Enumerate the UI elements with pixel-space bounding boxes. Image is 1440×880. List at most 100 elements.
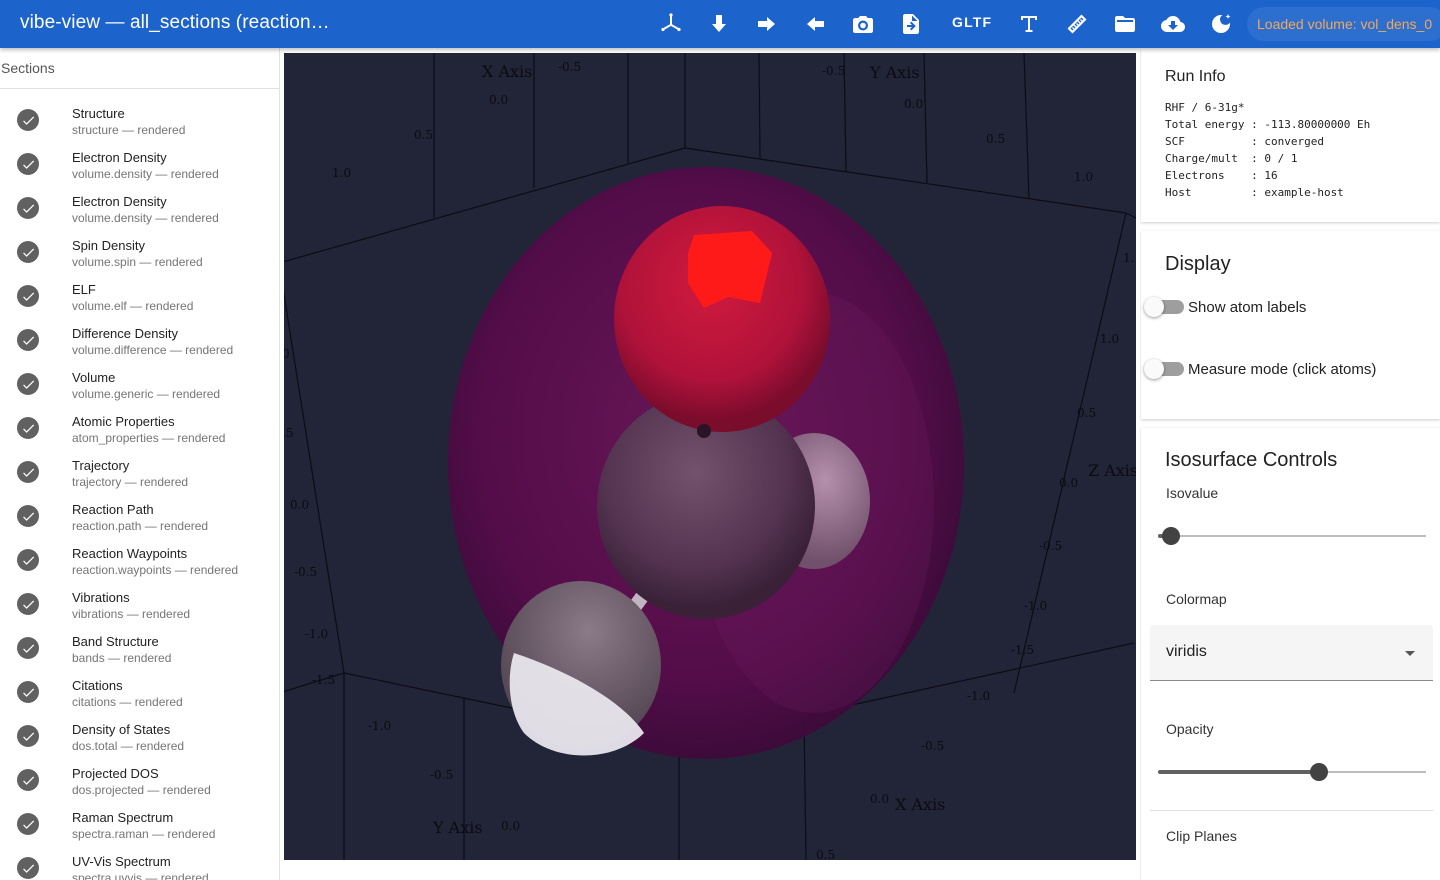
- sidebar-item[interactable]: Reaction Path reaction.path — rendered: [0, 497, 279, 541]
- sidebar-item[interactable]: Atomic Properties atom_properties — rende…: [0, 409, 279, 453]
- arrow-right-icon[interactable]: [749, 6, 785, 42]
- tick-y-top: 0.0: [904, 97, 923, 111]
- tick-x-top: 0.0: [489, 93, 508, 107]
- text-icon[interactable]: [1011, 6, 1047, 42]
- colormap-select[interactable]: viridis: [1150, 625, 1433, 681]
- tick-z: -1.0: [1024, 599, 1047, 613]
- slider-thumb[interactable]: [1309, 763, 1328, 781]
- measure-mode-toggle[interactable]: [1144, 359, 1184, 379]
- sidebar-item-subtitle: trajectory — rendered: [72, 475, 189, 489]
- sidebar-item[interactable]: Citations citations — rendered: [0, 673, 279, 717]
- tick-x-bottom: -0.5: [921, 739, 944, 753]
- axis-title-z: Z Axis: [1088, 461, 1136, 480]
- tick-z-outer: 1.: [1123, 251, 1134, 265]
- sidebar-item[interactable]: Electron Density volume.density — rendere…: [0, 145, 279, 189]
- sidebar-item-subtitle: dos.projected — rendered: [72, 783, 211, 797]
- check-circle-icon: [17, 241, 39, 263]
- tick-z: 0.0: [1059, 476, 1078, 490]
- show-atom-labels-toggle[interactable]: [1144, 297, 1184, 317]
- axes-icon[interactable]: [653, 6, 689, 42]
- sidebar-item-subtitle: reaction.path — rendered: [72, 519, 209, 533]
- check-circle-icon: [17, 329, 39, 351]
- tick-x-bottom: 0.0: [870, 792, 889, 806]
- check-circle-icon: [17, 593, 39, 615]
- sidebar-item-title: Band Structure: [72, 634, 159, 649]
- sidebar-item[interactable]: Vibrations vibrations — rendered: [0, 585, 279, 629]
- sidebar-item-title: Reaction Path: [72, 502, 154, 517]
- gltf-export-button[interactable]: GLTF: [952, 14, 992, 30]
- colormap-value: viridis: [1166, 643, 1207, 660]
- camera-icon[interactable]: [845, 6, 881, 42]
- sidebar-item-subtitle: spectra.uvvis — rendered: [72, 871, 209, 880]
- sidebar-item[interactable]: Trajectory trajectory — rendered: [0, 453, 279, 497]
- tick-z: 1.0: [1100, 332, 1119, 346]
- isovalue-slider[interactable]: [1158, 526, 1426, 546]
- arrow-left-icon[interactable]: [797, 6, 833, 42]
- theme-toggle-icon[interactable]: [1203, 6, 1239, 42]
- tick-left: 0.0: [290, 498, 309, 512]
- tick-left: -1.0: [305, 627, 328, 641]
- sidebar-item[interactable]: Volume volume.generic — rendered: [0, 365, 279, 409]
- opacity-label: Opacity: [1166, 721, 1214, 737]
- sidebar-item[interactable]: Structure structure — rendered: [0, 101, 279, 145]
- sidebar-item-subtitle: structure — rendered: [72, 123, 186, 137]
- export-file-icon[interactable]: [893, 6, 929, 42]
- 3d-viewport[interactable]: X Axis Y Axis Z Axis X Axis Y Axis -0.5 …: [284, 53, 1136, 860]
- check-circle-icon: [17, 857, 39, 879]
- opacity-slider[interactable]: [1158, 762, 1426, 782]
- tick-z: -0.5: [1039, 539, 1062, 553]
- run-info-title: Run Info: [1165, 68, 1226, 85]
- sidebar-item[interactable]: Band Structure bands — rendered: [0, 629, 279, 673]
- sidebar-item-subtitle: reaction.waypoints — rendered: [72, 563, 239, 577]
- sidebar-item-title: Density of States: [72, 722, 171, 737]
- sidebar-item-subtitle: vibrations — rendered: [72, 607, 191, 621]
- divider: [1150, 810, 1433, 811]
- sidebar-item-subtitle: dos.total — rendered: [72, 739, 185, 753]
- slider-thumb[interactable]: [1162, 527, 1181, 545]
- sidebar-item-title: ELF: [72, 282, 96, 297]
- check-circle-icon: [17, 285, 39, 307]
- molecule-scene[interactable]: X Axis Y Axis Z Axis X Axis Y Axis -0.5 …: [284, 53, 1136, 860]
- arrow-down-icon[interactable]: [701, 6, 737, 42]
- folder-open-icon[interactable]: [1107, 6, 1143, 42]
- tick-x-top: -0.5: [558, 60, 581, 74]
- sidebar-item[interactable]: Spin Density volume.spin — rendered: [0, 233, 279, 277]
- sidebar-item-title: Difference Density: [72, 326, 178, 341]
- sidebar-item-title: Citations: [72, 678, 123, 693]
- sections-header: Sections: [0, 48, 279, 89]
- isosurface-controls-title: Isosurface Controls: [1165, 449, 1338, 471]
- sidebar-item-title: Trajectory: [72, 458, 130, 473]
- check-circle-icon: [17, 769, 39, 791]
- sidebar-item[interactable]: Reaction Waypoints reaction.waypoints — r…: [0, 541, 279, 585]
- show-atom-labels-label: Show atom labels: [1188, 299, 1307, 316]
- sidebar-item[interactable]: Raman Spectrum spectra.raman — rendered: [0, 805, 279, 849]
- sidebar-item[interactable]: Electron Density volume.density — rendere…: [0, 189, 279, 233]
- check-circle-icon: [17, 725, 39, 747]
- isosurface-controls-card: Isosurface Controls Isovalue Colormap vi…: [1141, 428, 1440, 880]
- app-title: vibe-view — all_sections (reaction…: [20, 12, 330, 33]
- check-circle-icon: [17, 461, 39, 483]
- sidebar-item[interactable]: Difference Density volume.difference — re…: [0, 321, 279, 365]
- measure-mode-label: Measure mode (click atoms): [1188, 361, 1377, 378]
- tick-y-bottom: -0.5: [430, 768, 453, 782]
- colormap-label: Colormap: [1166, 591, 1227, 607]
- sidebar-item[interactable]: Projected DOS dos.projected — rendered: [0, 761, 279, 805]
- sidebar-item-title: Electron Density: [72, 194, 167, 209]
- ruler-icon[interactable]: [1059, 6, 1095, 42]
- sidebar-item-title: UV-Vis Spectrum: [72, 854, 171, 869]
- check-circle-icon: [17, 417, 39, 439]
- sections-sidebar: Sections Structure structure — rendered El…: [0, 48, 280, 880]
- check-circle-icon: [17, 153, 39, 175]
- sidebar-item[interactable]: ELF volume.elf — rendered: [0, 277, 279, 321]
- sidebar-item-subtitle: volume.spin — rendered: [72, 255, 203, 269]
- axis-title-x-top: X Axis: [482, 62, 532, 81]
- check-circle-icon: [17, 681, 39, 703]
- tick-y-bottom: 0.0: [501, 819, 520, 833]
- sidebar-item[interactable]: UV-Vis Spectrum spectra.uvvis — rendered: [0, 849, 279, 880]
- cloud-download-icon[interactable]: [1155, 6, 1191, 42]
- axis-title-x-bottom: X Axis: [895, 795, 945, 814]
- sidebar-item[interactable]: Density of States dos.total — rendered: [0, 717, 279, 761]
- toggle-knob: [1144, 297, 1164, 317]
- sidebar-item-subtitle: citations — rendered: [72, 695, 183, 709]
- check-circle-icon: [17, 373, 39, 395]
